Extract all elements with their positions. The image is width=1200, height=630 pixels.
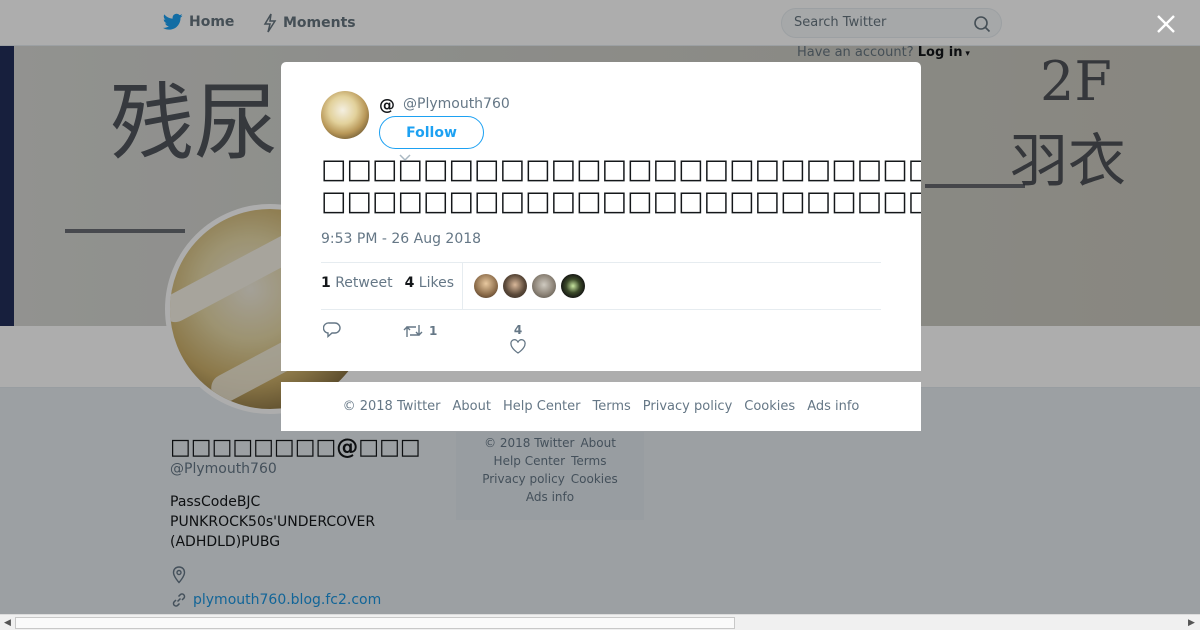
tweet-modal: @ @Plymouth760 Follow □□□□□□□□□□□□□□□□□□… xyxy=(281,62,921,371)
tweet-timestamp[interactable]: 9:53 PM - 26 Aug 2018 xyxy=(321,231,481,247)
tweet-stats: 1 Retweet 4 Likes xyxy=(321,275,454,291)
tweet-text: □□□□□□□□□□□□□□□□□□□□□□□□ □□□□□□□□□□□□□□□□… xyxy=(321,154,921,218)
chevron-down-icon[interactable] xyxy=(399,154,411,162)
modal-footer: © 2018 Twitter About Help Center Terms P… xyxy=(281,382,921,431)
footer-copyright: © 2018 Twitter xyxy=(342,399,441,414)
reply-icon xyxy=(323,322,341,338)
horizontal-scrollbar[interactable]: ◀ ▶ xyxy=(0,614,1200,630)
footer-about[interactable]: About xyxy=(453,399,491,414)
tweet-avatar[interactable] xyxy=(321,91,369,139)
retweet-count: 1 xyxy=(321,275,331,291)
scrollbar-thumb[interactable] xyxy=(15,617,735,629)
scroll-right-arrow[interactable]: ▶ xyxy=(1188,618,1195,628)
divider xyxy=(321,262,881,263)
tweet-actions: 1 4 xyxy=(321,320,621,370)
liker-avatar[interactable] xyxy=(474,274,498,298)
tweet-display-name[interactable]: @ xyxy=(379,95,395,114)
likes-count: 4 xyxy=(404,275,415,291)
liker-avatar[interactable] xyxy=(561,274,585,298)
like-action-count: 4 xyxy=(513,323,523,337)
retweet-label: Retweet xyxy=(335,275,393,291)
liker-avatar[interactable] xyxy=(503,274,527,298)
footer-privacy[interactable]: Privacy policy xyxy=(643,399,732,414)
likes-stat[interactable]: 4 Likes xyxy=(405,275,454,291)
likes-label: Likes xyxy=(418,275,454,291)
divider xyxy=(321,309,881,310)
footer-ads-info[interactable]: Ads info xyxy=(807,399,859,414)
retweet-stat[interactable]: 1 Retweet xyxy=(321,275,393,291)
liker-avatar[interactable] xyxy=(532,274,556,298)
scroll-left-arrow[interactable]: ◀ xyxy=(4,618,11,628)
footer-help-center[interactable]: Help Center xyxy=(503,399,581,414)
footer-cookies[interactable]: Cookies xyxy=(744,399,795,414)
tweet-handle[interactable]: @Plymouth760 xyxy=(403,96,510,112)
close-icon[interactable] xyxy=(1154,12,1178,36)
stats-separator xyxy=(462,263,463,309)
reply-action[interactable] xyxy=(323,322,341,338)
liker-avatars xyxy=(474,274,585,298)
heart-icon xyxy=(510,339,526,354)
follow-button[interactable]: Follow xyxy=(379,116,484,149)
footer-terms[interactable]: Terms xyxy=(593,399,631,414)
like-action[interactable]: 4 xyxy=(510,323,526,354)
retweet-action[interactable]: 1 xyxy=(403,323,437,339)
retweet-action-count: 1 xyxy=(429,324,438,338)
tweet-text-line: □□□□□□□□□□□□□□□□□□□□□□□□□□□□□□□□□□□□□□□□… xyxy=(321,154,921,185)
retweet-icon xyxy=(403,325,423,337)
tweet-text-line: □□□□□□□□□□□□□□□□□□□□□□□□□□□□□□□□□□□□□□□□… xyxy=(321,186,921,217)
